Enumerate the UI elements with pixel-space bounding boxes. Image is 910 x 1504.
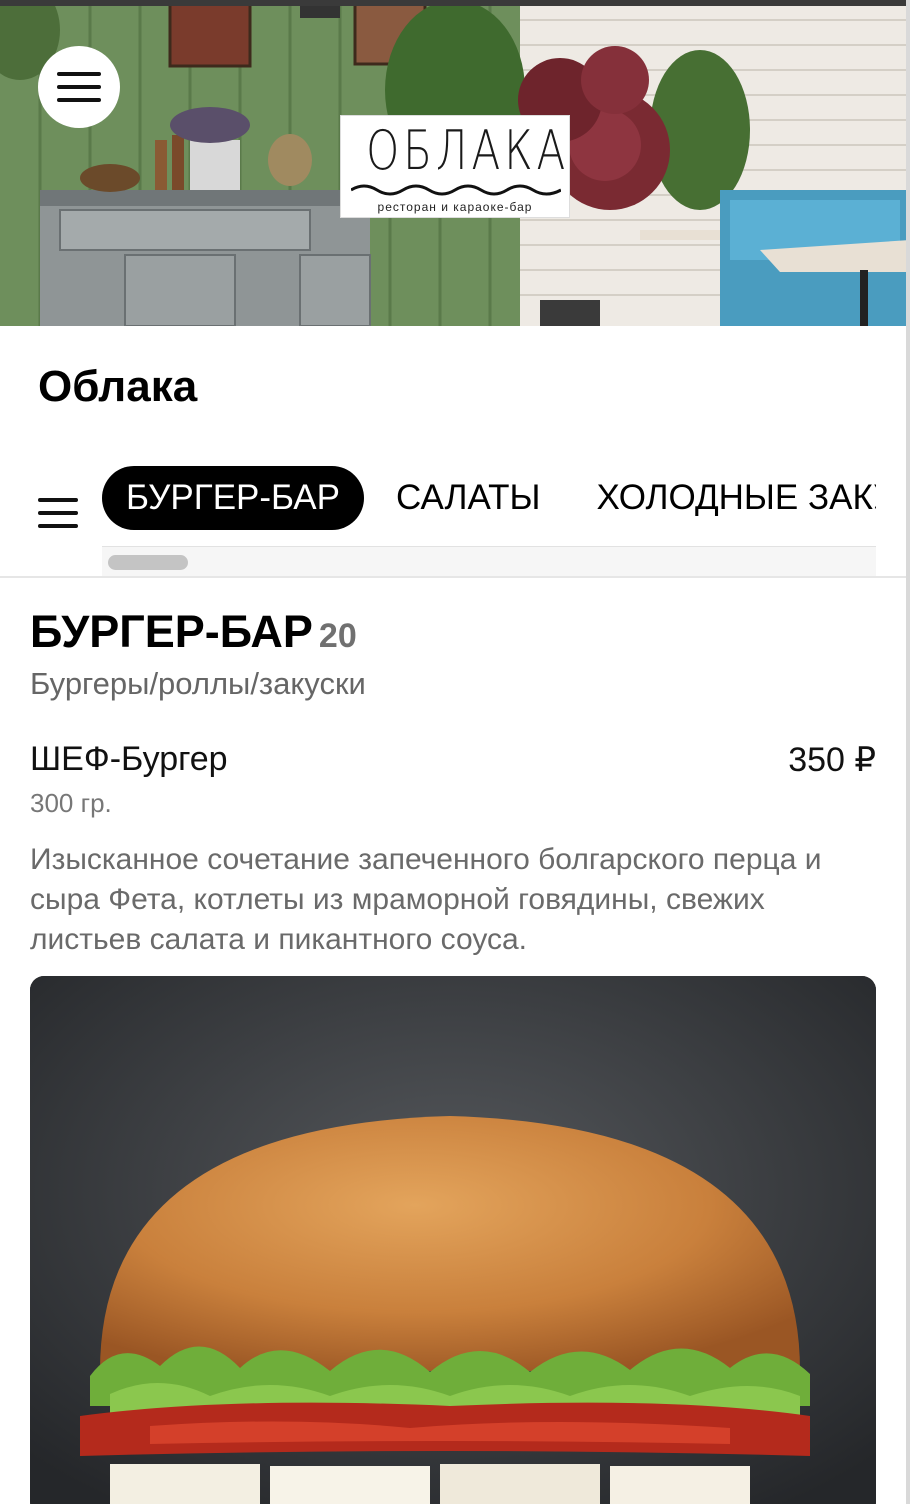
section-title: БУРГЕР-БАР	[30, 606, 313, 657]
top-strip	[0, 0, 910, 6]
menu-item-price: 350 ₽	[788, 741, 876, 779]
section-subtitle: Бургеры/роллы/закуски	[30, 666, 366, 701]
tab-cold-appetizers[interactable]: ХОЛОДНЫЕ ЗАКУСКИ	[573, 466, 876, 530]
restaurant-logo: ОБЛАКА ресторан и караоке-бар	[340, 115, 570, 218]
tab-burger-bar[interactable]: БУРГЕР-БАР	[102, 466, 364, 530]
logo-tagline: ресторан и караоке-бар	[377, 200, 533, 214]
hamburger-menu-icon	[57, 72, 101, 102]
main-menu-button[interactable]	[38, 46, 120, 128]
category-tabs: БУРГЕР-БАРСАЛАТЫХОЛОДНЫЕ ЗАКУСКИ	[102, 466, 876, 546]
burger-photo	[30, 976, 876, 1504]
tab-salads[interactable]: САЛАТЫ	[372, 466, 565, 530]
category-list-icon[interactable]	[38, 498, 78, 528]
menu-item-photo[interactable]	[30, 976, 876, 1504]
logo-wordmark: ОБЛАКА	[366, 119, 570, 182]
hero-banner: ОБЛАКА ресторан и караоке-бар	[0, 0, 910, 326]
divider	[0, 576, 910, 578]
section-heading: БУРГЕР-БАР 20	[30, 606, 357, 658]
logo-wave-icon	[351, 184, 561, 196]
menu-item-description: Изысканное сочетание запеченного болгарс…	[30, 843, 822, 956]
category-scrollbar[interactable]	[102, 546, 876, 576]
restaurant-title: Облака	[38, 362, 198, 411]
menu-item-name[interactable]: ШЕФ-Бургер	[30, 740, 228, 779]
section-count: 20	[318, 617, 357, 655]
page-edge	[906, 0, 910, 1504]
category-scrollbar-thumb[interactable]	[108, 555, 188, 570]
menu-item-weight: 300 гр.	[30, 788, 112, 818]
